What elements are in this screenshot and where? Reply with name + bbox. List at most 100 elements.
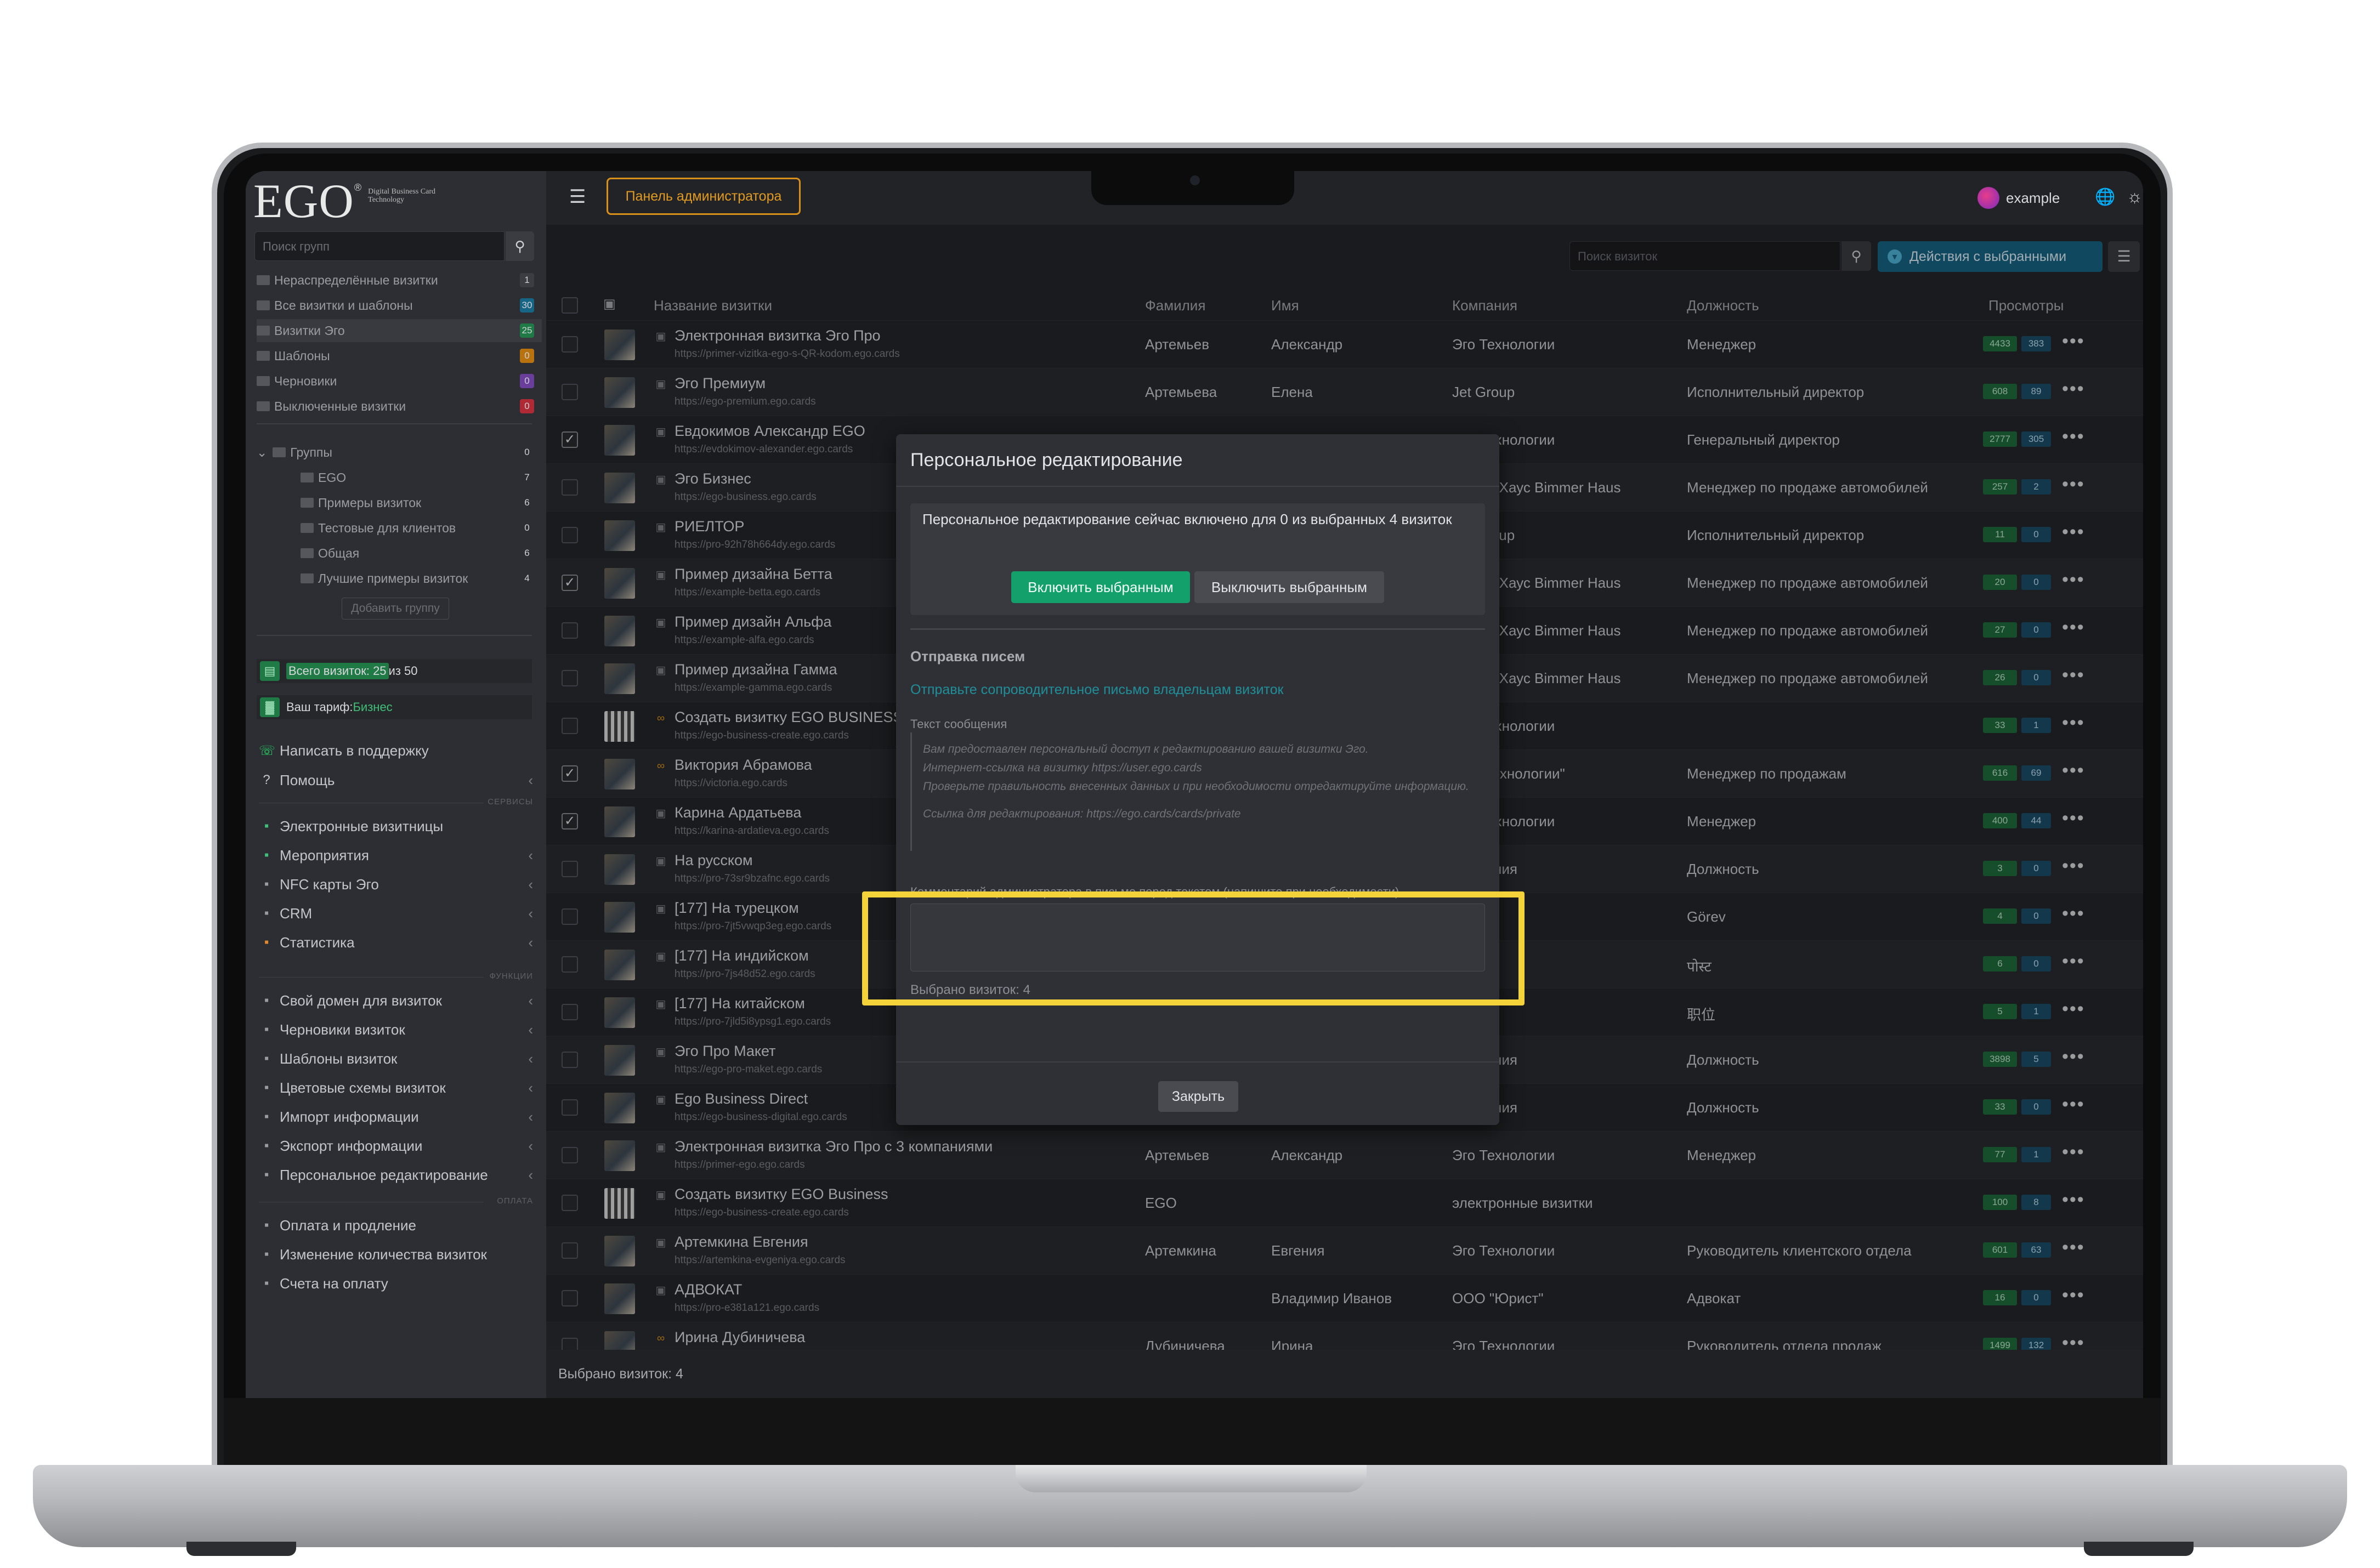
chevron-left-icon: ‹ [528,905,533,922]
group-count: 4 [524,573,530,583]
menu-item-functions[interactable]: ▪ Шаблоны визиток ‹ [259,1045,533,1072]
menu-item-functions[interactable]: ▪ Персональное редактирование ‹ [259,1161,533,1189]
folder-icon [257,351,270,361]
status-text: Персональное редактирование сейчас включ… [922,511,1452,527]
table-footer: Выбрано визиток: 4 [546,1350,2143,1398]
folder-icon [273,447,286,457]
menu-item-functions[interactable]: ▪ Цветовые схемы визиток ‹ [259,1074,533,1101]
add-group-button[interactable]: Добавить группу [342,598,449,620]
laptop-foot [2084,1542,2194,1556]
laptop-base-notch [1016,1465,1367,1492]
payment-icon: ▪ [264,1218,269,1232]
chevron-left-icon: ‹ [528,847,533,863]
folder-icon [301,473,314,482]
menu-item-functions[interactable]: ▪ Черновики визиток ‹ [259,1016,533,1043]
menu-item-services[interactable]: ▪ Мероприятия ‹ [259,842,533,869]
menu-item-services[interactable]: ▪ Электронные визитницы [259,813,533,840]
chevron-left-icon: ‹ [528,1166,533,1183]
hamburger-menu-icon[interactable]: ☰ [569,188,589,206]
message-line: Проверьте правильность внесенных данных … [923,780,1469,793]
tariff-prefix: Ваш тариф: [286,700,353,714]
menu-label: Шаблоны визиток [280,1050,398,1067]
send-letter-link[interactable]: Отправьте сопроводительное письмо владел… [910,682,1284,698]
sidebar: EGO ® Digital Business Card Technology П… [246,171,546,1398]
filter-count-badge: 0 [520,374,534,388]
menu-item-payment[interactable]: ▪ Счета на оплату [259,1270,533,1297]
menu-item-payment[interactable]: ▪ Изменение количества визиток [259,1241,533,1268]
total-visits-stat: ▤ Всего визиток: 25 из 50 [257,659,532,683]
sidebar-filter-item[interactable]: Шаблоны 0 [257,344,542,367]
menu-label: Счета на оплату [280,1275,388,1292]
group-item[interactable]: Общая 6 [257,542,542,565]
question-icon: ? [263,772,270,787]
whatsapp-icon: ☏ [259,743,276,758]
filter-count-badge: 25 [520,323,534,338]
sidebar-divider [257,635,532,636]
group-search-icon[interactable]: ⚲ [506,231,534,261]
chevron-down-icon[interactable]: ⌄ [257,445,267,460]
filter-count-badge: 0 [520,349,534,363]
message-preview: Вам предоставлен персональный доступ к р… [910,732,1485,851]
sidebar-filter-item[interactable]: Все визитки и шаблоны 30 [257,294,542,317]
menu-item-payment[interactable]: ▪ Оплата и продление [259,1212,533,1239]
menu-item-services[interactable]: ▪ Статистика ‹ [259,929,533,956]
sidebar-filter-item[interactable]: Выключенные визитки 0 [257,395,542,418]
menu-item-functions[interactable]: ▪ Экспорт информации ‹ [259,1132,533,1160]
globe-icon[interactable]: 🌐 [2095,188,2115,207]
admin-panel-button[interactable]: Панель администратора [607,178,801,215]
sidebar-filter-item[interactable]: Нераспределённые визитки 1 [257,269,542,292]
mail-section-title: Отправка писем [910,648,1025,664]
group-item[interactable]: Тестовые для клиентов 0 [257,516,542,539]
group-count: 6 [524,497,530,508]
menu-label: Цветовые схемы визиток [280,1079,446,1096]
filter-label: Все визитки и шаблоны [274,298,413,313]
section-payment: ОПЛАТА [259,1196,533,1207]
menu-item-functions[interactable]: ▪ Свой домен для визиток ‹ [259,987,533,1014]
menu-label: Черновики визиток [280,1021,405,1038]
menu-label: CRM [280,905,313,922]
folder-icon [257,401,270,411]
stats-icon: ▪ [264,935,269,950]
menu-label: Статистика [280,934,355,951]
import-icon: ▪ [264,1109,269,1124]
support-link[interactable]: ☏ Написать в поддержку [259,737,533,764]
chevron-left-icon: ‹ [528,1079,533,1096]
modal-footer: Закрыть [896,1061,1499,1125]
app-screen: EGO ® Digital Business Card Technology П… [246,171,2143,1398]
tariff-value[interactable]: Бизнес [353,700,392,714]
folder-icon [257,300,270,310]
group-label: Примеры визиток [318,495,422,510]
group-search-input[interactable]: Поиск групп [254,231,505,261]
folder-icon [257,326,270,336]
group-item[interactable]: EGO 7 [257,466,542,489]
cards-icon: ▤ [260,661,280,681]
enable-selected-button[interactable]: Включить выбранным [1011,571,1190,603]
group-label: Общая [318,546,360,560]
folder-icon [301,523,314,533]
menu-item-functions[interactable]: ▪ Импорт информации ‹ [259,1103,533,1130]
folder-icon [301,498,314,508]
menu-label: Импорт информации [280,1108,419,1125]
logo-tagline: Digital Business Card Technology [368,188,436,204]
ego-logo[interactable]: EGO ® Digital Business Card Technology [253,178,445,226]
disable-selected-button[interactable]: Выключить выбранным [1194,571,1384,603]
edit-link-line: Ссылка для редактирования: https://ego.c… [923,808,1241,820]
sidebar-filter-item[interactable]: Черновики 0 [257,370,542,393]
menu-item-services[interactable]: ▪ NFC карты Эго ‹ [259,871,533,898]
bank-icon: ▓ [260,697,280,717]
top-bar: ☰ Панель администратора example 🌐 ☼ [546,171,2143,225]
menu-label: Оплата и продление [280,1217,416,1234]
folder-icon [257,275,270,285]
group-count: 6 [524,548,530,558]
filter-label: Нераспределённые визитки [274,272,438,287]
help-menu[interactable]: ? Помощь ‹ [259,766,533,794]
groups-root-item[interactable]: ⌄ Группы 0 [257,441,542,464]
user-menu[interactable]: example [1977,184,2060,212]
menu-item-services[interactable]: ▪ CRM ‹ [259,900,533,927]
group-item[interactable]: Примеры визиток 6 [257,491,542,514]
invoice-icon: ▪ [264,1276,269,1291]
sidebar-filter-item[interactable]: Визитки Эго 25 [257,319,542,342]
sun-icon[interactable]: ☼ [2127,186,2143,207]
group-item[interactable]: Лучшие примеры визиток 4 [257,567,542,590]
close-button[interactable]: Закрыть [1158,1081,1238,1112]
